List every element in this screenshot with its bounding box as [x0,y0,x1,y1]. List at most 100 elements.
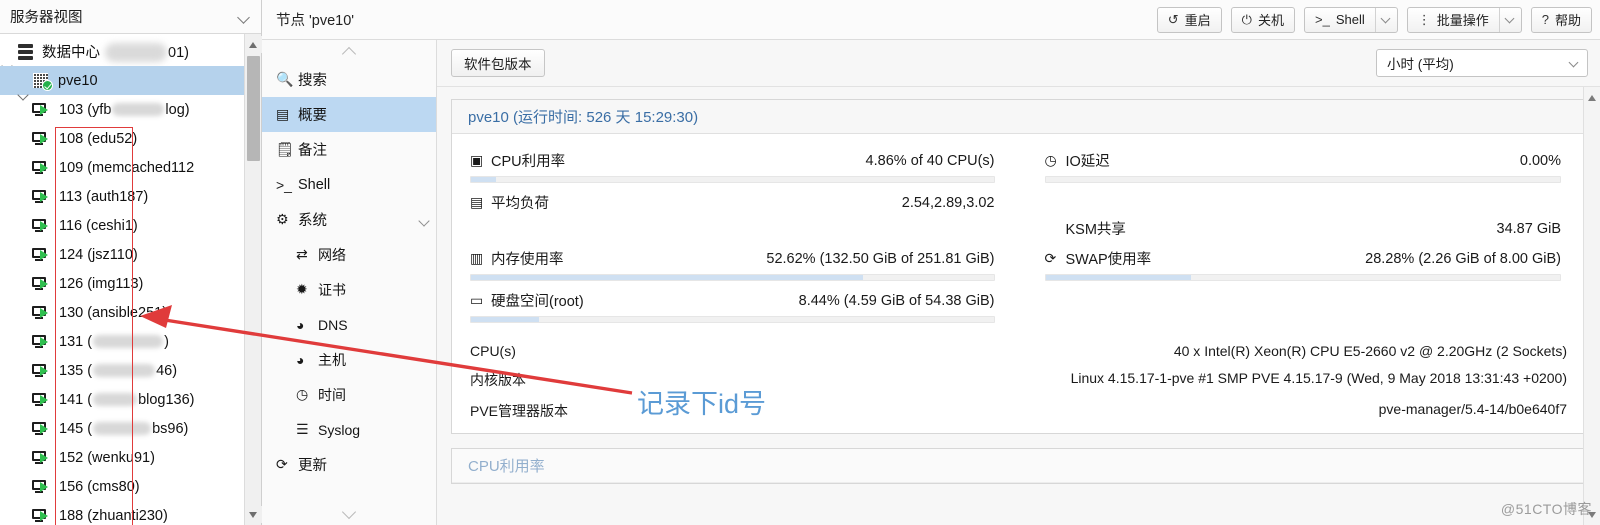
vm-label: 108 (edu52) [59,130,138,147]
tree-item-vm-126[interactable]: 126 (img113) [0,269,261,298]
tree-item-vm-108[interactable]: 108 (edu52) [0,124,261,153]
nav-item-备注[interactable]: 🗒 备注 [262,132,436,167]
stat-label: SWAP使用率 [1065,252,1152,268]
chevron-up-icon [341,46,357,56]
nav-scroll-down[interactable] [262,503,436,525]
tree-item-vm-130[interactable]: 130 (ansible251) [0,298,261,327]
nav-item-Syslog[interactable]: ☰ Syslog [262,412,436,447]
nav-item-证书[interactable]: ✹ 证书 [262,272,436,307]
notes-icon: 🗒 [276,141,294,157]
scroll-down-arrow-icon[interactable] [245,506,262,523]
page-title: 节点 'pve10' [276,13,355,29]
help-icon: ? [1541,12,1549,27]
nav-item-label: 系统 [298,213,327,229]
tree-item-datacenter[interactable]: 数据中心 01) [0,37,261,66]
stat-硬盘空间root: ▭ 硬盘空间(root) 8.44% (4.59 GiB of 54.38 GiB) [470,290,995,323]
nav-item-label: Syslog [318,421,361,438]
vm-running-icon [32,275,52,293]
vm-label: 116 (ceshi1) [59,217,138,234]
stat-SWAP使用率: ⟳ SWAP使用率 28.28% (2.26 GiB of 8.00 GiB) [1044,248,1561,281]
nav-item-搜索[interactable]: 🔍 搜索 [262,62,436,97]
nav-item-DNS[interactable]: ◕ DNS [262,307,436,342]
tree-item-vm-141[interactable]: 141 (blog136) [0,385,261,414]
scroll-up-arrow-icon[interactable] [245,36,262,53]
stat-value: 2.54,2.89,3.02 [901,194,995,211]
restart-icon: ↺ [1167,12,1179,27]
stat-progress-bar [470,274,995,281]
tree-item-vm-109[interactable]: 109 (memcached112 [0,153,261,182]
tree-item-vm-124[interactable]: 124 (jsz110) [0,240,261,269]
system-info-rows: CPU(s) 40 x Intel(R) Xeon(R) CPU E5-2660 … [470,343,1567,421]
chevron-down-icon[interactable] [237,10,251,24]
stat-平均负荷: ▤ 平均负荷 2.54,2.89,3.02 [470,192,995,213]
vm-label: 131 () [59,333,169,350]
server-view-sidebar: 服务器视图 数据中心 01) pve10 103 (yfb log) 108 (edu5… [0,0,262,525]
package-versions-button[interactable]: 软件包版本 [451,49,545,77]
toolbar-button-帮助[interactable]: ? 帮助 [1530,6,1592,33]
split-arrow-button[interactable] [1374,7,1397,32]
tree-item-vm-113[interactable]: 113 (auth187) [0,182,261,211]
datacenter-icon [16,43,36,61]
memory-stick-icon: ▥ [470,250,484,266]
toolbar-button-label: 关机 [1257,13,1284,28]
content-scrollbar[interactable] [1583,87,1600,525]
stat-value: 8.44% (4.59 GiB of 54.38 GiB) [798,292,995,309]
toolbar-button-批量操作[interactable]: ⋮ 批量操作 [1406,6,1522,33]
tree-item-vm-145[interactable]: 145 (bs96) [0,414,261,443]
tree-item-vm-188[interactable]: 188 (zhuanti230) [0,501,261,525]
tree-item-vm-131[interactable]: 131 () [0,327,261,356]
node-label: pve10 [58,72,98,89]
nav-item-主机[interactable]: ◕ 主机 [262,342,436,377]
nav-item-label: 证书 [318,281,346,298]
info-row-内核版本: 内核版本 Linux 4.15.17-1-pve #1 SMP PVE 4.15.… [470,370,1567,390]
toolbar-button-关机[interactable]: ⏻ 关机 [1230,6,1295,33]
chevron-down-icon[interactable] [1570,59,1579,68]
scroll-up-arrow-icon[interactable] [1584,89,1600,106]
tree-item-vm-135[interactable]: 135 (46) [0,356,261,385]
vm-running-icon [32,420,52,438]
vm-running-icon [32,246,52,264]
vm-label: 145 (bs96) [59,420,189,437]
system-gear-icon: ⚙ [276,211,289,227]
tree-item-vm-156[interactable]: 156 (cms80) [0,472,261,501]
nav-item-概要[interactable]: ▤ 概要 [262,97,436,132]
stat-CPU利用率: ▣ CPU利用率 4.86% of 40 CPU(s) [470,150,995,183]
nav-item-label: 概要 [298,108,327,124]
summary-scroll-area[interactable]: pve10 (运行时间: 526 天 15:29:30) ▣ CPU利用率 4.86… [437,87,1600,525]
nav-item-label: Shell [298,176,331,193]
shell-icon: >_ [276,176,292,193]
nav-scroll-up[interactable] [262,40,436,62]
nav-item-更新[interactable]: ⟳ 更新 [262,447,436,482]
sidebar-scrollbar[interactable] [244,34,262,525]
nav-item-label: 搜索 [298,73,327,89]
nav-item-系统[interactable]: ⚙ 系统 [262,202,436,237]
scrollbar-thumb[interactable] [247,56,260,161]
toolbar-button-Shell[interactable]: >_ Shell [1303,6,1398,33]
tree-item-node-pve10[interactable]: pve10 [0,66,261,95]
right-stat-column: ◷ IO延迟 0.00% KSM共享 34.87 GiB ⟳ SWAP使用率 28.28% (… [1019,150,1568,332]
shell-icon: >_ [1314,12,1330,27]
vm-label: 124 (jsz110) [59,246,138,263]
kebab-menu-icon: ⋮ [1417,12,1431,27]
vm-label: 156 (cms80) [59,478,140,495]
server-view-selector[interactable]: 服务器视图 [0,0,261,34]
stat-value: 34.87 GiB [1496,220,1562,237]
tree-item-vm-152[interactable]: 152 (wenku91) [0,443,261,472]
server-view-label: 服务器视图 [10,10,83,26]
nav-item-时间[interactable]: ◷ 时间 [262,377,436,412]
tree-item-vm-103[interactable]: 103 (yfb log) [0,95,261,124]
nav-item-网络[interactable]: ⇄ 网络 [262,237,436,272]
toolbar-button-重启[interactable]: ↺ 重启 [1156,6,1222,33]
timeframe-select[interactable]: 小时 (平均) [1376,49,1588,77]
vm-label: 141 (blog136) [59,391,195,408]
stat-progress-bar [1044,274,1561,281]
nav-item-Shell[interactable]: >_ Shell [262,167,436,202]
toolbar-button-label: 批量操作 [1436,13,1489,28]
tree-item-vm-116[interactable]: 116 (ceshi1) [0,211,261,240]
vm-running-icon [32,391,52,409]
timeframe-value: 小时 (平均) [1387,57,1454,72]
stat-value: 52.62% (132.50 GiB of 251.81 GiB) [766,250,995,267]
split-arrow-button[interactable] [1498,7,1521,32]
certificate-icon: ✹ [296,281,308,297]
node-status-title: pve10 (运行时间: 526 天 15:29:30) [452,100,1585,134]
